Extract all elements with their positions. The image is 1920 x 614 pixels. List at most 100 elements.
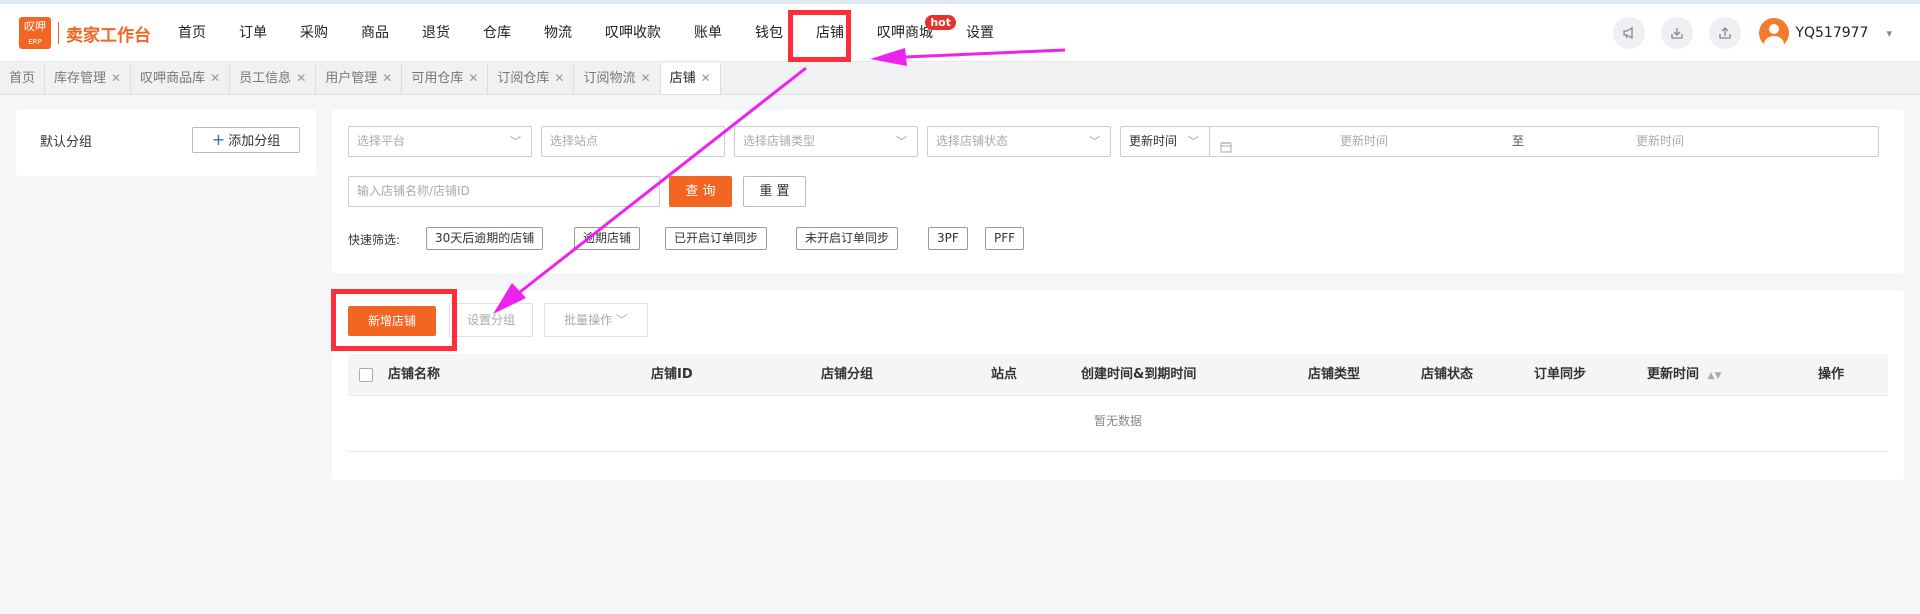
tab-label: 订阅仓库 [497, 71, 550, 86]
menu-item-returns[interactable]: 退货 [409, 4, 463, 62]
col-created-expiry: 创建时间&到期时间 [1081, 367, 1197, 382]
chevron-down-icon[interactable]: ▾ [1886, 27, 1892, 40]
tab-label: 可用仓库 [411, 71, 464, 86]
tab-home[interactable]: 首页 [0, 63, 46, 94]
tab-product-library[interactable]: 叹呷商品库 ✕ [131, 63, 231, 94]
quick-filter-expiring-30d[interactable]: 30天后逾期的店铺 [426, 227, 544, 250]
date-range-picker[interactable]: 更新时间 至 更新时间 [1209, 126, 1879, 157]
add-group-label: 添加分组 [228, 134, 281, 149]
close-icon[interactable]: ✕ [382, 71, 392, 85]
tab-label: 库存管理 [54, 71, 107, 86]
upload-icon[interactable] [1709, 17, 1742, 49]
tab-staff[interactable]: 员工信息 ✕ [230, 63, 317, 94]
menu-item-mall-label: 叹呷商城 [877, 25, 933, 41]
set-group-button[interactable]: 设置分组 [449, 303, 533, 337]
col-store-status: 店铺状态 [1421, 367, 1474, 382]
menu-item-logistics[interactable]: 物流 [531, 4, 585, 62]
end-date-placeholder[interactable]: 更新时间 [1636, 127, 1684, 156]
plus-icon: + [211, 130, 226, 149]
platform-placeholder: 选择平台 [357, 134, 406, 148]
tab-stores[interactable]: 店铺 ✕ [660, 63, 721, 94]
menu-item-products[interactable]: 商品 [348, 4, 402, 62]
chevron-down-icon: ﹀ [896, 135, 907, 148]
default-group[interactable]: 默认分组 [40, 131, 92, 150]
chevron-down-icon: ﹀ [1188, 135, 1199, 148]
store-search-input[interactable]: 输入店铺名称/店铺ID [348, 176, 660, 207]
col-site: 站点 [991, 367, 1018, 382]
calendar-icon [1220, 135, 1232, 164]
store-type-placeholder: 选择店铺类型 [743, 134, 816, 148]
close-icon[interactable]: ✕ [554, 71, 564, 85]
select-all-checkbox[interactable] [359, 368, 373, 382]
menu-item-settings[interactable]: 设置 [953, 4, 1007, 62]
col-update-time[interactable]: 更新时间 ▲▼ [1647, 354, 1721, 397]
quick-filter-sync-off[interactable]: 未开启订单同步 [796, 227, 899, 250]
tab-label: 员工信息 [239, 71, 292, 86]
tab-inventory[interactable]: 库存管理 ✕ [45, 63, 132, 94]
logo[interactable]: 叹呷 ERP 卖家工作台 [19, 17, 151, 49]
tab-subscribed-logistics[interactable]: 订阅物流 ✕ [574, 63, 661, 94]
logo-mark-sub: ERP [28, 38, 42, 46]
close-icon[interactable]: ✕ [701, 71, 711, 85]
quick-filter-pff[interactable]: PFF [985, 227, 1025, 250]
close-icon[interactable]: ✕ [210, 71, 220, 85]
add-group-button[interactable]: + 添加分组 [192, 127, 300, 153]
group-sidebar: 默认分组 + 添加分组 [16, 110, 316, 176]
time-field-value: 更新时间 [1129, 134, 1178, 148]
menu-item-purchase[interactable]: 采购 [287, 4, 341, 62]
range-separator: 至 [1512, 134, 1525, 148]
time-field-select[interactable]: 更新时间 ﹀ [1120, 126, 1210, 157]
store-status-select[interactable]: 选择店铺状态 ﹀ [927, 126, 1111, 157]
tab-users[interactable]: 用户管理 ✕ [316, 63, 403, 94]
megaphone-icon[interactable] [1613, 17, 1646, 49]
menu-item-home[interactable]: 首页 [165, 4, 219, 62]
store-type-select[interactable]: 选择店铺类型 ﹀ [734, 126, 918, 157]
batch-actions-label: 批量操作 [564, 313, 613, 327]
close-icon[interactable]: ✕ [641, 71, 651, 85]
logo-divider [58, 22, 59, 44]
logo-mark: 叹呷 ERP [19, 17, 51, 49]
quick-filter-3pf[interactable]: 3PF [928, 227, 968, 250]
sort-icon[interactable]: ▲▼ [1708, 371, 1722, 381]
menu-item-bills[interactable]: 账单 [681, 4, 735, 62]
store-status-placeholder: 选择店铺状态 [936, 134, 1009, 148]
tab-label: 用户管理 [325, 71, 378, 86]
quick-filter-expired[interactable]: 逾期店铺 [574, 227, 641, 250]
filter-panel: 选择平台 ﹀ 选择站点 选择店铺类型 ﹀ 选择店铺状态 ﹀ 更新时间 ﹀ 更新时间 至 … [332, 110, 1904, 273]
start-date-placeholder[interactable]: 更新时间 [1340, 127, 1388, 156]
table-header: 店铺名称 店铺ID 店铺分组 站点 创建时间&到期时间 店铺类型 店铺状态 订单… [348, 354, 1888, 396]
download-icon[interactable] [1661, 17, 1694, 49]
avatar[interactable] [1759, 18, 1790, 48]
col-store-type: 店铺类型 [1308, 367, 1361, 382]
username[interactable]: YQ517977 [1795, 25, 1868, 41]
chevron-down-icon: ﹀ [615, 313, 628, 327]
site-select[interactable]: 选择站点 [541, 126, 725, 157]
platform-select[interactable]: 选择平台 ﹀ [348, 126, 532, 157]
hot-badge: hot [925, 15, 956, 30]
col-store-name: 店铺名称 [388, 367, 441, 382]
menu-item-payments[interactable]: 叹呷收款 [592, 4, 674, 62]
col-order-sync: 订单同步 [1534, 367, 1587, 382]
col-store-id: 店铺ID [651, 367, 693, 382]
nav-right-tools: YQ517977 ▾ [1613, 4, 1920, 62]
menu-item-orders[interactable]: 订单 [226, 4, 280, 62]
new-store-highlight [331, 289, 457, 351]
col-store-group: 店铺分组 [821, 367, 874, 382]
site-placeholder: 选择站点 [550, 134, 599, 148]
close-icon[interactable]: ✕ [111, 71, 121, 85]
menu-item-warehouse[interactable]: 仓库 [470, 4, 524, 62]
close-icon[interactable]: ✕ [468, 71, 478, 85]
app-title: 卖家工作台 [66, 25, 151, 46]
batch-actions-button[interactable]: 批量操作 ﹀ [544, 303, 648, 337]
query-button[interactable]: 查 询 [669, 176, 732, 207]
reset-button[interactable]: 重 置 [743, 176, 806, 207]
close-icon[interactable]: ✕ [296, 71, 306, 85]
page-tabs: 首页 库存管理 ✕ 叹呷商品库 ✕ 员工信息 ✕ 用户管理 ✕ 可用仓库 ✕ 订阅仓库 ✕ … [0, 63, 1920, 95]
chevron-down-icon: ﹀ [510, 135, 521, 148]
menu-item-mall[interactable]: 叹呷商城 hot [864, 4, 956, 62]
tab-subscribed-warehouses[interactable]: 订阅仓库 ✕ [488, 63, 575, 94]
quick-filter-label: 快速筛选: [348, 233, 401, 247]
quick-filter-sync-on[interactable]: 已开启订单同步 [665, 227, 768, 250]
col-actions: 操作 [1818, 367, 1845, 382]
tab-available-warehouses[interactable]: 可用仓库 ✕ [402, 63, 489, 94]
